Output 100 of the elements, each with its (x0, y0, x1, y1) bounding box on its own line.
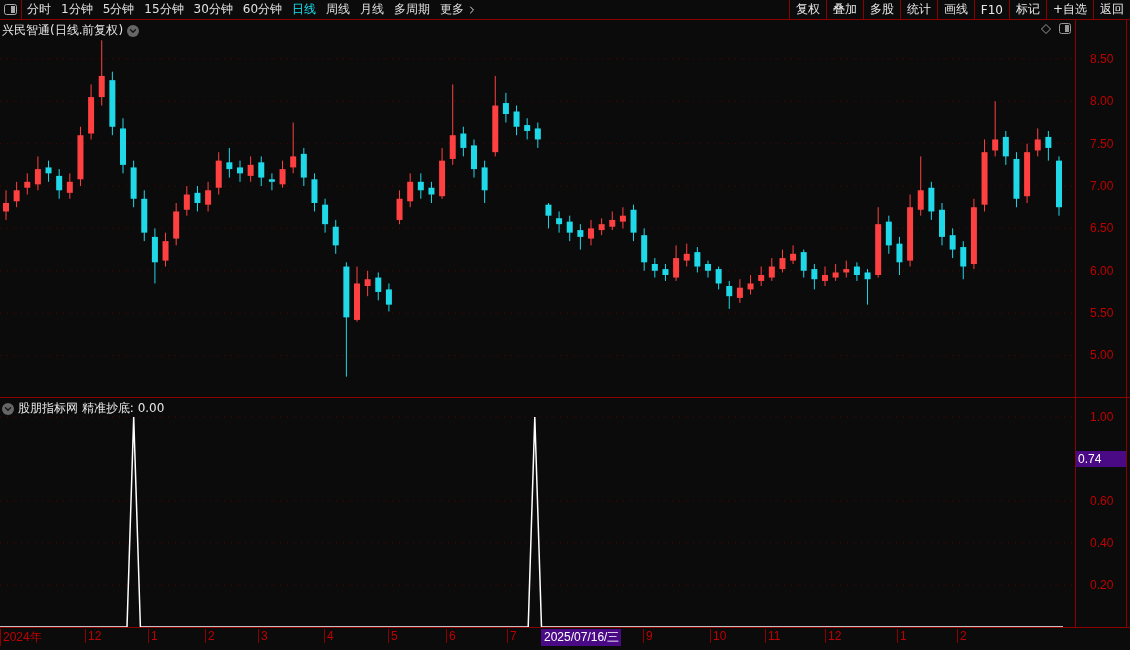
diamond-icon[interactable] (1041, 23, 1051, 34)
period-tab[interactable]: 30分钟 (188, 0, 238, 19)
price-axis-label: 6.00 (1090, 263, 1114, 278)
period-tab[interactable]: 更多 (435, 0, 484, 19)
price-axis-label: 5.00 (1090, 348, 1114, 363)
candlestick (822, 266, 828, 287)
time-axis-label: 11 (765, 629, 783, 643)
candlestick (939, 202, 945, 246)
candlestick (1013, 151, 1020, 208)
candlestick (736, 278, 743, 304)
dropdown-icon[interactable] (127, 24, 140, 37)
candlestick (322, 198, 329, 234)
toolbar-button[interactable]: 多股 (862, 0, 900, 19)
time-axis-label: 2 (205, 629, 217, 643)
toolbar-button[interactable]: +自选 (1045, 0, 1093, 19)
indicator-axis-label: 0.20 (1090, 577, 1114, 592)
candlestick (779, 249, 786, 273)
indicator-axis-label: 0.40 (1090, 535, 1114, 550)
candlestick (800, 249, 807, 279)
candlestick (215, 151, 222, 195)
time-axis-label: 2025/07/16/三 (541, 629, 622, 646)
candlestick (513, 105, 520, 136)
candlestick (385, 283, 392, 312)
period-tab[interactable]: 1分钟 (56, 0, 98, 19)
candlestick (130, 160, 137, 208)
candlestick (768, 257, 775, 282)
indicator-axis-label: 0.60 (1090, 493, 1114, 508)
candlestick (885, 215, 892, 255)
toolbar-button[interactable]: F10 (973, 0, 1009, 19)
candlestick (534, 122, 541, 149)
panel-icon (4, 4, 17, 15)
candlestick (24, 172, 31, 195)
time-axis-label: 5 (388, 629, 400, 643)
period-tab[interactable]: 日线 (287, 0, 322, 19)
candlestick (98, 39, 105, 107)
candlestick (1002, 130, 1009, 166)
candlestick (832, 263, 839, 282)
period-tab[interactable]: 多周期 (389, 0, 436, 19)
period-tab[interactable]: 60分钟 (237, 0, 288, 19)
candlestick (396, 189, 403, 225)
toolbar-button[interactable]: 复权 (788, 0, 826, 19)
cursor-value-tag: 0.74 (1076, 450, 1126, 467)
candlestick (173, 202, 180, 246)
time-axis-label: 2024年 (0, 629, 44, 646)
candlestick (141, 189, 148, 242)
candlestick (332, 219, 339, 255)
candlestick (279, 160, 286, 189)
candlestick (183, 185, 190, 217)
time-axis-label: 1 (897, 629, 909, 643)
stock-title: 兴民智通(日线.前复权) (2, 22, 124, 39)
toolbar-button[interactable]: 统计 (899, 0, 937, 19)
time-axis-label: 7 (507, 629, 519, 643)
candlestick (694, 246, 701, 273)
toolbar-button[interactable]: 画线 (936, 0, 974, 19)
time-axis-label: 12 (85, 629, 104, 643)
candlestick (970, 198, 977, 270)
candlestick (481, 160, 488, 204)
collapse-icon[interactable] (2, 402, 14, 415)
candlestick (268, 172, 275, 191)
time-axis-label: 4 (324, 629, 336, 643)
price-axis-label: 6.50 (1090, 221, 1114, 236)
candlestick (428, 181, 435, 204)
candlestick (205, 181, 212, 212)
candlestick (88, 83, 95, 140)
candlestick (407, 172, 414, 208)
candlestick (556, 210, 563, 234)
candlestick (13, 181, 20, 208)
panel-icon[interactable] (1059, 23, 1071, 34)
candlestick (354, 266, 360, 323)
period-tab[interactable]: 周线 (321, 0, 356, 19)
candlestick (619, 206, 626, 229)
candlestick (77, 126, 84, 187)
candlestick (417, 172, 424, 200)
candlestick (109, 71, 116, 136)
candlestick (747, 274, 754, 295)
period-tab[interactable]: 月线 (355, 0, 390, 19)
candlestick (3, 189, 9, 221)
period-tab[interactable]: 15分钟 (139, 0, 189, 19)
period-tab[interactable]: 5分钟 (97, 0, 140, 19)
candlestick (364, 270, 371, 297)
period-tab[interactable]: 分时 (22, 0, 56, 19)
candlestick (66, 172, 73, 200)
candlestick (790, 244, 797, 265)
indicator-title: 股朋指标网 精准抄底: 0.00 (18, 400, 165, 417)
candlestick (683, 243, 690, 268)
candlestick (300, 147, 307, 187)
toolbar-button[interactable]: 标记 (1008, 0, 1046, 19)
candlestick (726, 280, 733, 310)
price-axis-label: 7.50 (1090, 136, 1114, 151)
candlestick (226, 147, 233, 179)
candlestick (758, 266, 765, 287)
toolbar-button[interactable]: 叠加 (825, 0, 863, 19)
candlestick (566, 215, 573, 242)
toolbar-button[interactable]: 返回 (1093, 0, 1130, 19)
candlestick (311, 172, 318, 212)
candlestick (45, 160, 52, 183)
candlestick (598, 217, 605, 236)
candlestick (237, 160, 243, 183)
candlestick (545, 202, 552, 229)
time-axis-label: 1 (148, 629, 160, 643)
